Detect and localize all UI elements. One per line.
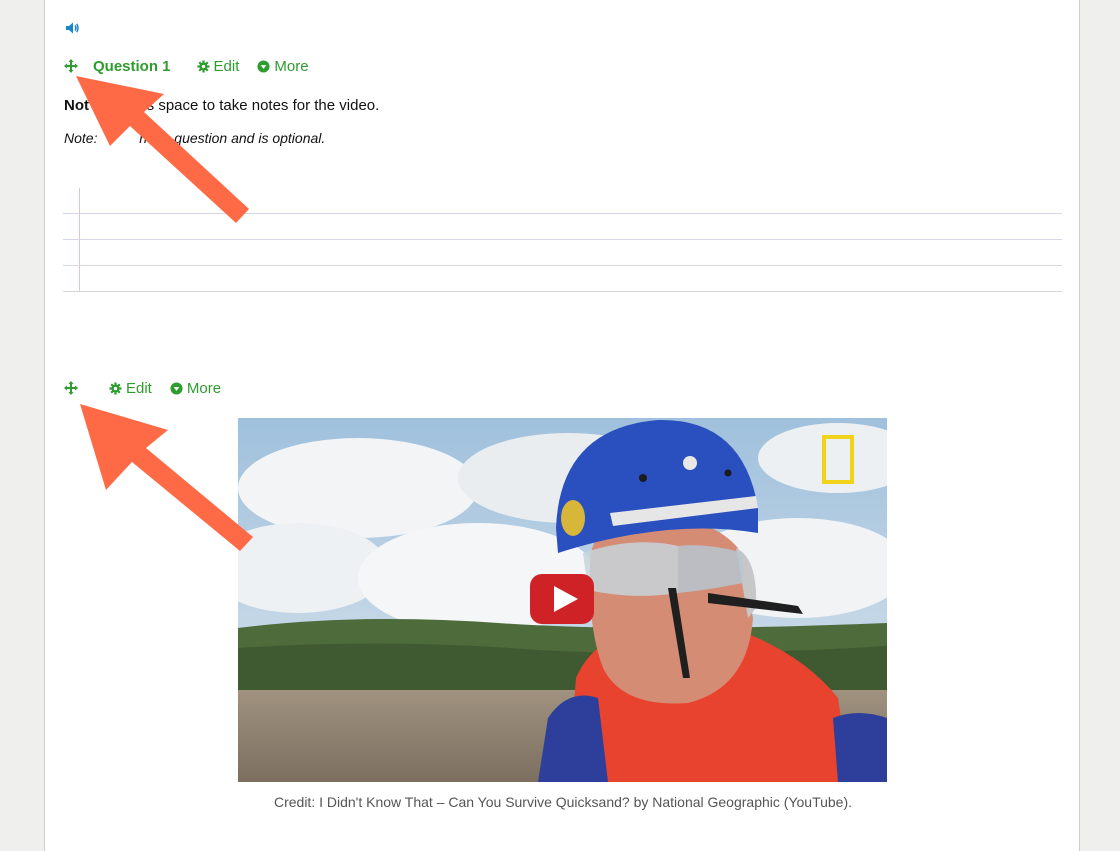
edit-label: Edit [213,57,240,75]
edit-label: Edit [126,379,152,397]
gear-icon [196,59,210,73]
gear-icon [109,381,122,395]
notepad-line [63,239,1062,240]
chevron-down-circle-icon [170,381,183,395]
video-embed[interactable] [238,418,887,782]
video-thumbnail [238,418,887,782]
more-button[interactable]: More [170,380,221,397]
question-toolbar: Question 1 Edit More [63,56,309,76]
edit-button[interactable]: Edit [196,57,240,75]
edit-button[interactable]: Edit [109,380,152,397]
more-button[interactable]: More [257,57,309,75]
notepad-line [63,291,1062,292]
play-icon [530,574,594,624]
move-icon[interactable] [63,58,79,74]
speaker-icon[interactable] [64,20,80,36]
chevron-down-circle-icon [257,59,270,73]
question-title[interactable]: Question 1 [93,58,171,75]
pointer-arrow [80,404,253,551]
pointer-arrow [76,76,249,223]
video-toolbar: Edit More [63,378,221,398]
notepad-line [63,265,1062,266]
more-label: More [186,379,222,397]
move-icon[interactable] [63,380,79,396]
video-credit: Credit: I Didn't Know That – Can You Sur… [273,794,853,810]
more-label: More [274,57,309,75]
